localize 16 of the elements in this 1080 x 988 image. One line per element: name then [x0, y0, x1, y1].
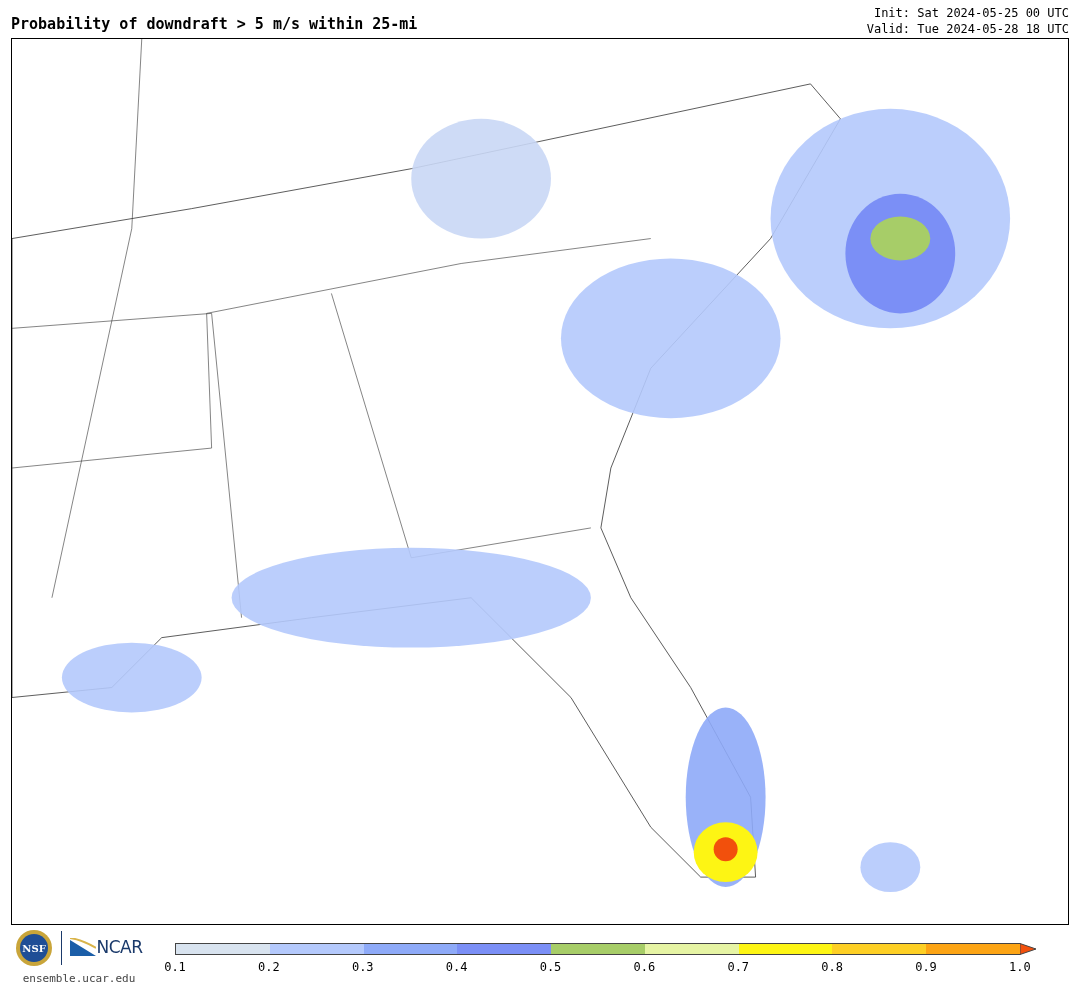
chart-title: Probability of downdraft > 5 m/s within 25-mi [11, 17, 418, 35]
valid-time: Valid: Tue 2024-05-28 18 UTC [866, 22, 1069, 38]
tick-label: 0.9 [914, 959, 938, 976]
tick-label: 0.1 [163, 959, 187, 976]
ncar-logo: NCAR [70, 935, 143, 961]
tick-label: 0.7 [726, 959, 751, 976]
tick-label: 0.6 [632, 959, 657, 976]
nsf-logo: NSF [15, 929, 54, 967]
tick-label: 0.5 [538, 959, 563, 976]
tick-label: 0.4 [444, 959, 469, 976]
tick-label: 0.3 [350, 959, 375, 976]
tick-label: 0.8 [820, 959, 844, 976]
tick-label: 1.0 [1008, 959, 1032, 976]
website-link[interactable]: ensemble.ucar.edu [22, 971, 136, 988]
tick-label: 0.2 [257, 959, 281, 976]
init-time: Init: Sat 2024-05-25 00 UTC [872, 6, 1069, 22]
